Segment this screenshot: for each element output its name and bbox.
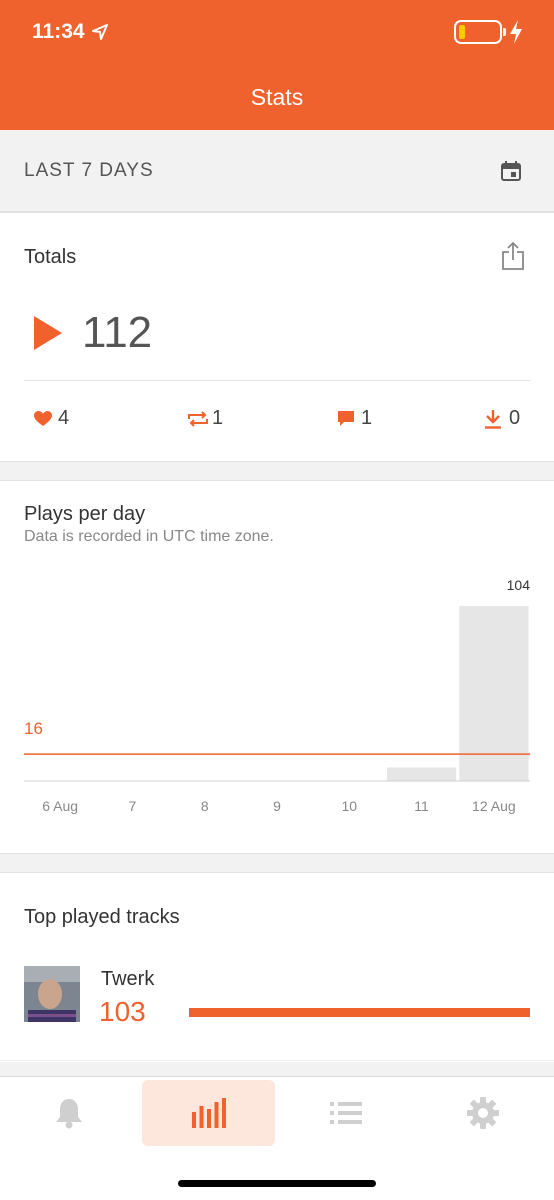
- plays-per-day-title: Plays per day: [24, 503, 146, 525]
- comment-icon: [338, 411, 354, 426]
- repost-icon: [188, 411, 208, 427]
- likes-count: 4: [58, 407, 70, 429]
- plays-per-day-subtitle: Data is recorded in UTC time zone.: [24, 528, 274, 545]
- downloads-count: 0: [509, 407, 521, 429]
- play-icon: [34, 316, 62, 350]
- x-tick-label: 9: [273, 798, 281, 814]
- status-time: 11:34: [32, 20, 85, 43]
- period-selector[interactable]: LAST 7 DAYS: [0, 130, 554, 212]
- page-title: Stats: [250, 84, 304, 110]
- heart-icon: [34, 411, 52, 426]
- share-icon[interactable]: [500, 241, 526, 271]
- x-tick-label: 6 Aug: [42, 798, 78, 814]
- track-title[interactable]: Twerk: [101, 968, 154, 991]
- tab-notifications[interactable]: [2, 1080, 135, 1146]
- calendar-icon[interactable]: [500, 160, 522, 182]
- x-tick-label: 7: [129, 798, 137, 814]
- x-tick-label: 12 Aug: [472, 798, 516, 814]
- total-plays-count: 112: [82, 308, 153, 357]
- track-plays-count: 103: [99, 996, 146, 1027]
- charging-bolt-icon: [510, 20, 522, 44]
- period-label: LAST 7 DAYS: [24, 160, 154, 181]
- tab-settings[interactable]: [416, 1080, 549, 1146]
- track-artwork[interactable]: [24, 966, 80, 1022]
- x-tick-label: 10: [341, 798, 357, 814]
- tab-stats[interactable]: [142, 1080, 275, 1146]
- divider: [24, 380, 530, 381]
- stats-icon: [191, 1098, 226, 1128]
- bell-icon: [55, 1099, 82, 1129]
- chart-bar: [386, 767, 457, 781]
- battery-tip: [503, 28, 506, 36]
- location-arrow-icon: [92, 24, 108, 40]
- totals-title: Totals: [24, 246, 77, 268]
- comments-count: 1: [361, 407, 373, 429]
- gear-icon: [466, 1097, 499, 1129]
- list-icon: [329, 1102, 362, 1124]
- download-icon: [485, 410, 501, 429]
- top-tracks-title: Top played tracks: [24, 906, 180, 928]
- battery-icon: [454, 20, 502, 44]
- x-tick-label: 8: [201, 798, 209, 814]
- track-plays-bar: [189, 1008, 530, 1017]
- home-indicator: [178, 1180, 376, 1187]
- reposts-count: 1: [212, 407, 224, 429]
- x-tick-label: 11: [414, 798, 429, 814]
- bar-value-label: 104: [507, 577, 531, 593]
- divider: [0, 1060, 554, 1061]
- plays-per-day-chart: 6 Aug 7 8 9 10 11 104 12 Aug 16: [24, 577, 531, 814]
- tab-tracks[interactable]: [279, 1080, 412, 1146]
- top-tracks-card: [0, 872, 554, 1062]
- reference-line-label: 16: [24, 719, 43, 738]
